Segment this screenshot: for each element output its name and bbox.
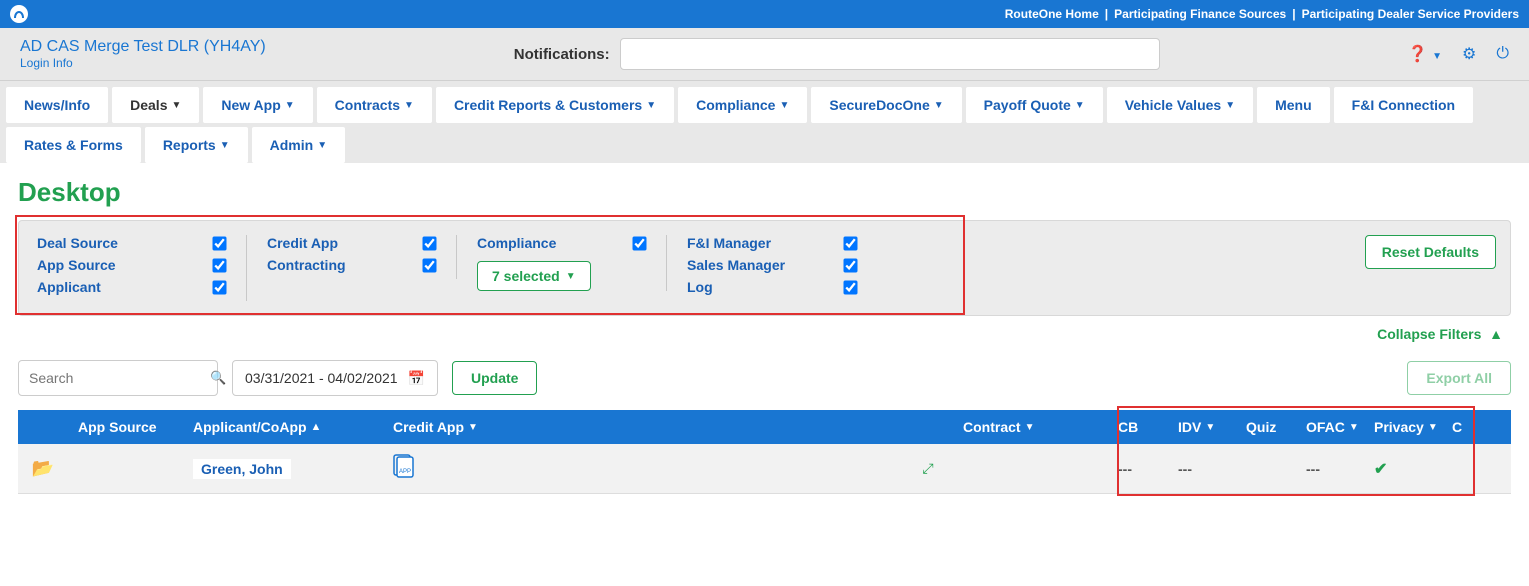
notifications-label: Notifications: bbox=[514, 46, 610, 63]
filter-compliance-checkbox[interactable] bbox=[632, 236, 646, 250]
applicant-link[interactable]: Green, John bbox=[193, 459, 291, 479]
th-ofac[interactable]: OFAC▼ bbox=[1296, 419, 1364, 435]
filter-deal-source-checkbox[interactable] bbox=[212, 236, 226, 250]
link-dealer-providers[interactable]: Participating Dealer Service Providers bbox=[1302, 7, 1519, 21]
folder-icon[interactable]: 📂 bbox=[32, 458, 54, 479]
nav-admin[interactable]: Admin▼ bbox=[252, 127, 345, 163]
filter-contracting-label: Contracting bbox=[267, 257, 346, 273]
th-applicant[interactable]: Applicant/CoApp▲ bbox=[183, 419, 383, 435]
cb-value: --- bbox=[1118, 461, 1132, 477]
filter-log-label: Log bbox=[687, 279, 713, 295]
th-app-source[interactable]: App Source bbox=[68, 419, 183, 435]
search-input[interactable] bbox=[29, 370, 210, 386]
gear-icon[interactable]: ⚙ bbox=[1462, 44, 1476, 64]
table-row: 📂 Green, John APP ⤢ --- --- --- ✔ bbox=[18, 444, 1511, 494]
page-title: Desktop bbox=[18, 177, 1511, 208]
logo-icon bbox=[10, 5, 28, 23]
help-icon[interactable]: ❓ ▼ bbox=[1408, 44, 1442, 64]
filter-app-source-label: App Source bbox=[37, 257, 116, 273]
power-icon[interactable]: ⏻ bbox=[1496, 45, 1509, 63]
filter-credit-app-checkbox[interactable] bbox=[422, 236, 436, 250]
ofac-value: --- bbox=[1306, 461, 1320, 477]
filter-sales-manager-checkbox[interactable] bbox=[843, 258, 857, 272]
th-cb[interactable]: CB bbox=[1108, 419, 1168, 435]
update-button[interactable]: Update bbox=[452, 361, 537, 395]
idv-value: --- bbox=[1178, 461, 1192, 477]
filter-applicant-checkbox[interactable] bbox=[212, 280, 226, 294]
login-info-link[interactable]: Login Info bbox=[20, 56, 266, 70]
nav-menu[interactable]: Menu bbox=[1257, 87, 1330, 123]
filter-credit-app-label: Credit App bbox=[267, 235, 338, 251]
link-finance-sources[interactable]: Participating Finance Sources bbox=[1114, 7, 1286, 21]
nav-reports[interactable]: Reports▼ bbox=[145, 127, 248, 163]
table-header: App Source Applicant/CoApp▲ Credit App▼ … bbox=[18, 410, 1511, 444]
nav-vehicle-values[interactable]: Vehicle Values▼ bbox=[1107, 87, 1253, 123]
calendar-icon: 📅 bbox=[408, 370, 425, 387]
nav-compliance[interactable]: Compliance▼ bbox=[678, 87, 807, 123]
filter-applicant-label: Applicant bbox=[37, 279, 101, 295]
privacy-check-icon: ✔ bbox=[1374, 459, 1387, 479]
notifications-input[interactable] bbox=[620, 38, 1160, 70]
search-icon[interactable]: 🔍 bbox=[210, 370, 226, 386]
nav-news-info[interactable]: News/Info bbox=[6, 87, 108, 123]
chevron-up-icon: ▲ bbox=[1489, 326, 1503, 342]
date-range-picker[interactable]: 03/31/2021 - 04/02/2021 📅 bbox=[232, 360, 438, 396]
top-bar: RouteOne Home | Participating Finance So… bbox=[0, 0, 1529, 28]
link-routeone-home[interactable]: RouteOne Home bbox=[1005, 7, 1099, 21]
th-privacy[interactable]: Privacy▼ bbox=[1364, 419, 1442, 435]
credit-app-doc-icon[interactable]: APP bbox=[393, 454, 415, 484]
collapse-filters-toggle[interactable]: Collapse Filters ▲ bbox=[18, 326, 1511, 342]
action-row: 🔍 03/31/2021 - 04/02/2021 📅 Update Expor… bbox=[18, 360, 1511, 396]
date-range-value: 03/31/2021 - 04/02/2021 bbox=[245, 370, 398, 386]
sort-asc-icon: ▲ bbox=[311, 421, 322, 433]
filter-deal-source-label: Deal Source bbox=[37, 235, 118, 251]
th-c[interactable]: C bbox=[1442, 419, 1462, 435]
nav-credit-reports[interactable]: Credit Reports & Customers▼ bbox=[436, 87, 674, 123]
reset-defaults-button[interactable]: Reset Defaults bbox=[1365, 235, 1496, 269]
th-contract[interactable]: Contract▼ bbox=[953, 419, 1108, 435]
filter-sales-manager-label: Sales Manager bbox=[687, 257, 785, 273]
filter-fi-manager-checkbox[interactable] bbox=[843, 236, 857, 250]
top-bar-links: RouteOne Home | Participating Finance So… bbox=[1005, 7, 1519, 21]
nav-bar: News/Info Deals▼ New App▼ Contracts▼ Cre… bbox=[0, 81, 1529, 163]
th-credit-app[interactable]: Credit App▼ bbox=[383, 419, 903, 435]
nav-securedocone[interactable]: SecureDocOne▼ bbox=[811, 87, 961, 123]
nav-deals[interactable]: Deals▼ bbox=[112, 87, 199, 123]
filter-log-checkbox[interactable] bbox=[843, 280, 857, 294]
expand-icon[interactable]: ⤢ bbox=[922, 460, 933, 477]
filter-contracting-checkbox[interactable] bbox=[422, 258, 436, 272]
header-strip: AD CAS Merge Test DLR (YH4AY) Login Info… bbox=[0, 28, 1529, 81]
search-box[interactable]: 🔍 bbox=[18, 360, 218, 396]
export-all-button[interactable]: Export All bbox=[1407, 361, 1511, 395]
filter-compliance-label: Compliance bbox=[477, 235, 556, 251]
filter-fi-manager-label: F&I Manager bbox=[687, 235, 771, 251]
nav-contracts[interactable]: Contracts▼ bbox=[317, 87, 432, 123]
nav-fi-connection[interactable]: F&I Connection bbox=[1334, 87, 1473, 123]
filter-app-source-checkbox[interactable] bbox=[212, 258, 226, 272]
nav-rates-forms[interactable]: Rates & Forms bbox=[6, 127, 141, 163]
th-quiz[interactable]: Quiz bbox=[1236, 419, 1296, 435]
th-idv[interactable]: IDV▼ bbox=[1168, 419, 1236, 435]
svg-text:APP: APP bbox=[399, 469, 411, 475]
filter-panel: Deal Source App Source Applicant Credit … bbox=[18, 220, 1511, 316]
nav-payoff-quote[interactable]: Payoff Quote▼ bbox=[966, 87, 1103, 123]
compliance-select-dropdown[interactable]: 7 selected▼ bbox=[477, 261, 591, 291]
dealer-name: AD CAS Merge Test DLR (YH4AY) bbox=[20, 38, 266, 56]
nav-new-app[interactable]: New App▼ bbox=[203, 87, 312, 123]
